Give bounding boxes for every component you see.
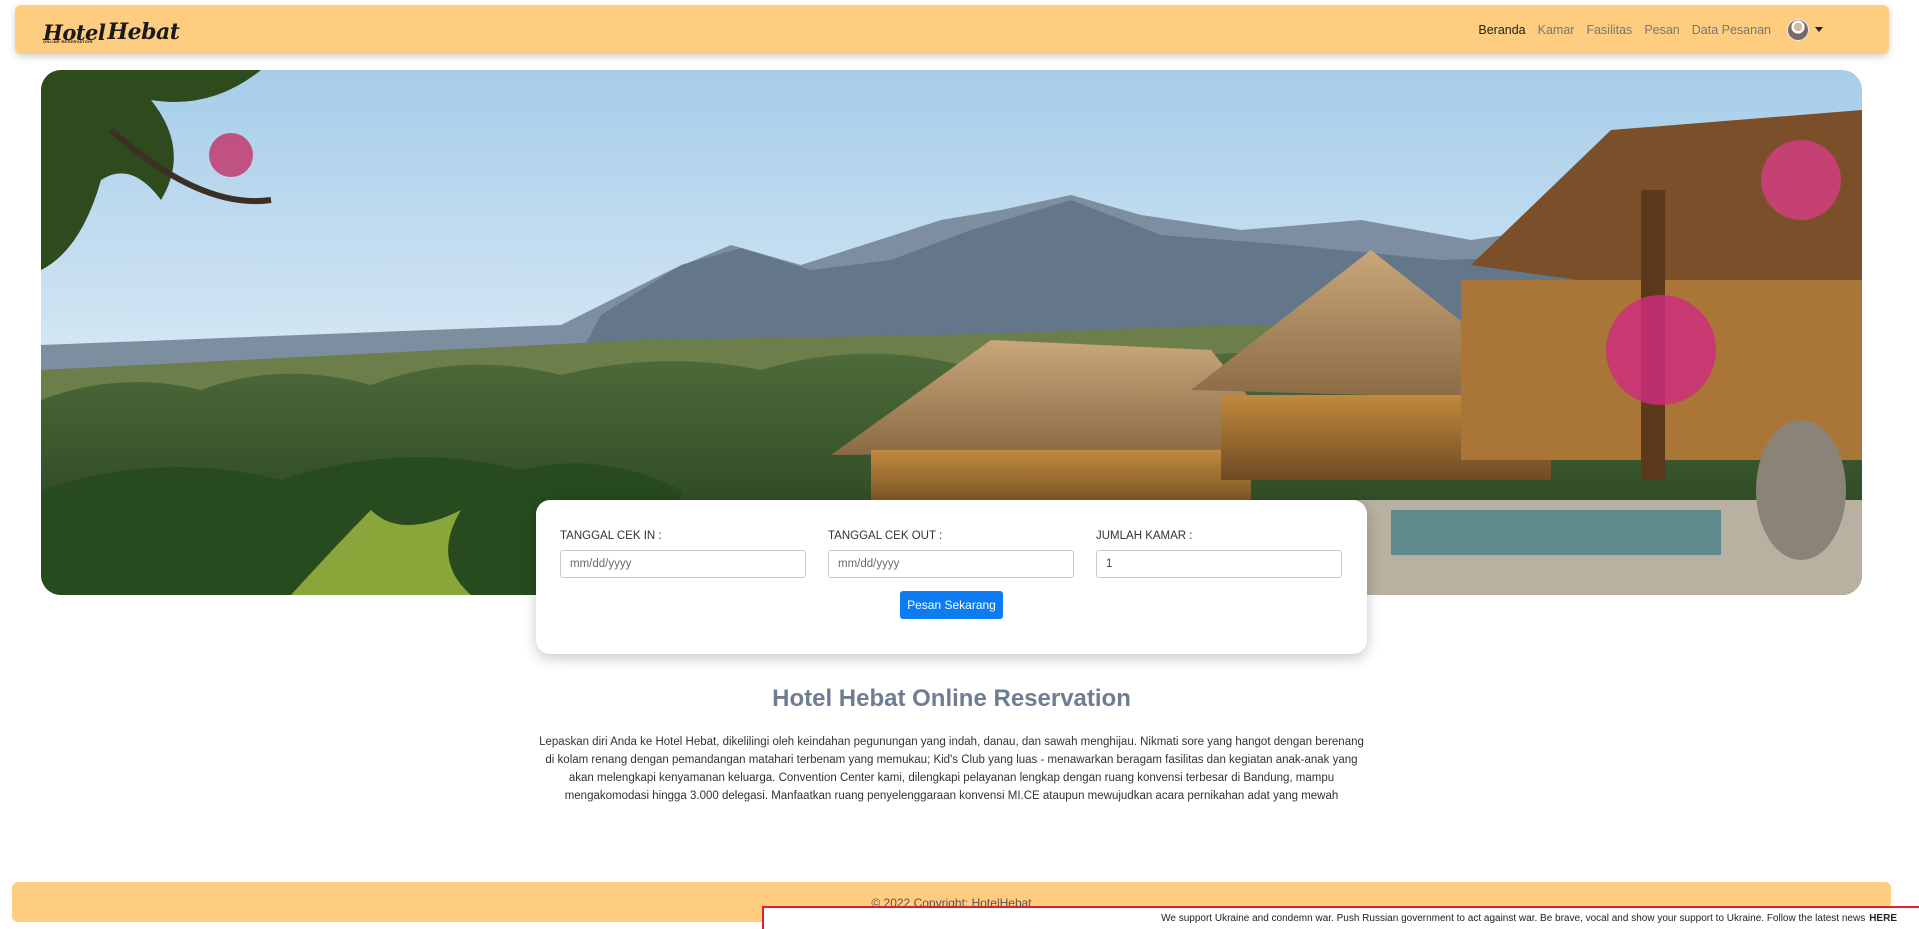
- avatar: [1787, 18, 1809, 41]
- user-menu-toggle[interactable]: [1787, 18, 1823, 41]
- rooms-label: JUMLAH KAMAR :: [1096, 530, 1193, 542]
- nav-menu: Beranda Kamar Fasilitas Pesan Data Pesan…: [1472, 18, 1823, 41]
- rooms-field-group: JUMLAH KAMAR : 1: [1096, 530, 1342, 578]
- brand-subtitle: ONLINE RESERVATION: [43, 39, 93, 44]
- ukraine-support-banner: We support Ukraine and condemn war. Push…: [762, 906, 1919, 929]
- checkin-field-group: TANGGAL CEK IN : mm/dd/yyyy: [560, 530, 806, 578]
- checkin-label: TANGGAL CEK IN :: [560, 530, 662, 542]
- checkout-label: TANGGAL CEK OUT :: [828, 530, 943, 542]
- nav-item-beranda[interactable]: Beranda: [1472, 23, 1531, 37]
- nav-item-data-pesanan[interactable]: Data Pesanan: [1686, 23, 1777, 37]
- checkout-field-group: TANGGAL CEK OUT : mm/dd/yyyy: [828, 530, 1074, 578]
- caret-down-icon: [1815, 27, 1823, 32]
- checkout-date-input[interactable]: mm/dd/yyyy: [828, 550, 1074, 578]
- intro-paragraph: Lepaskan diri Anda ke Hotel Hebat, dikel…: [539, 736, 1364, 802]
- banner-text: We support Ukraine and condemn war. Push…: [1161, 913, 1866, 924]
- book-now-button[interactable]: Pesan Sekarang: [900, 591, 1003, 619]
- brand-logo[interactable]: Hotel Hebat ONLINE RESERVATION: [43, 15, 180, 44]
- nav-item-fasilitas[interactable]: Fasilitas: [1580, 23, 1638, 37]
- page-title: Hotel Hebat Online Reservation: [772, 685, 1131, 712]
- booking-form: TANGGAL CEK IN : mm/dd/yyyy TANGGAL CEK …: [536, 500, 1367, 654]
- nav-item-pesan[interactable]: Pesan: [1638, 23, 1685, 37]
- checkin-date-input[interactable]: mm/dd/yyyy: [560, 550, 806, 578]
- top-navbar: Hotel Hebat ONLINE RESERVATION Beranda K…: [15, 5, 1889, 54]
- banner-link-here[interactable]: HERE: [1869, 913, 1897, 924]
- nav-item-kamar[interactable]: Kamar: [1532, 23, 1581, 37]
- rooms-count-input[interactable]: 1: [1096, 550, 1342, 578]
